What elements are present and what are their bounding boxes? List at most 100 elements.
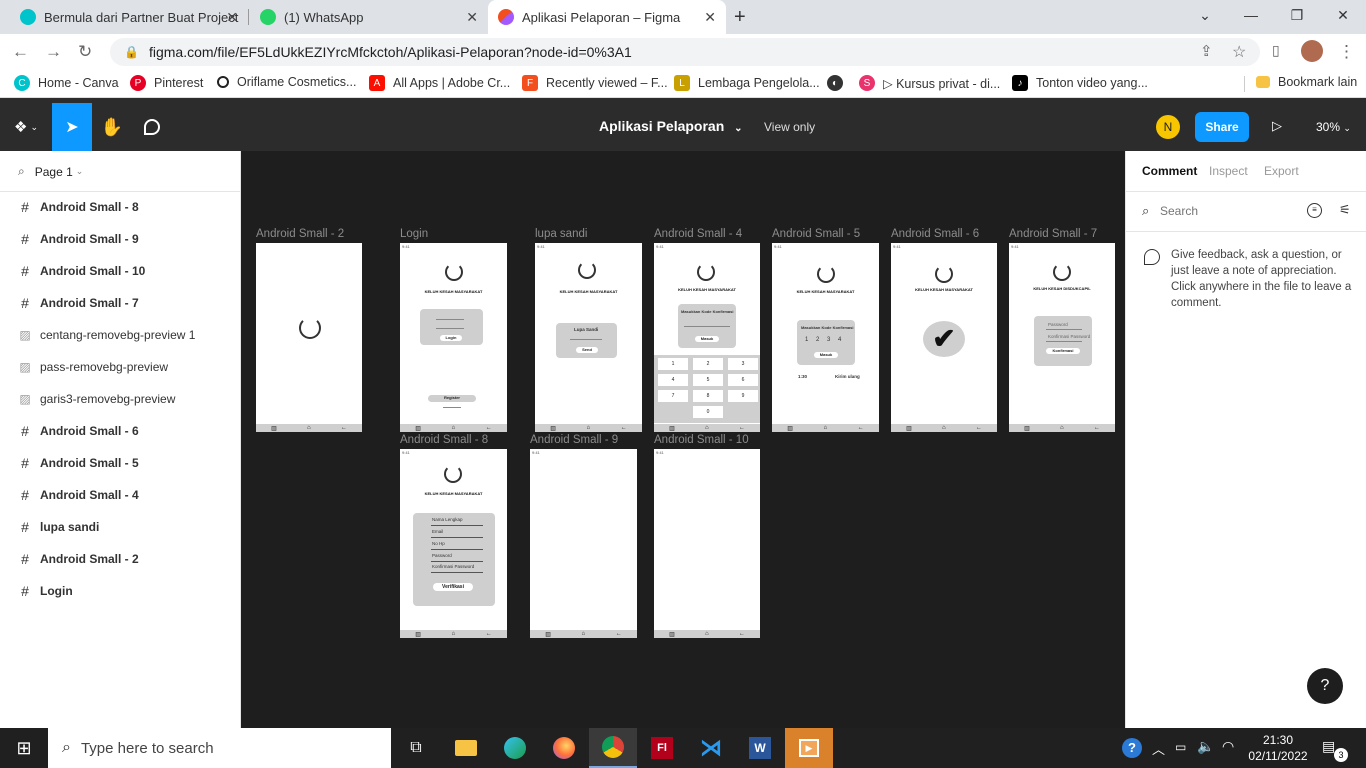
frame-label[interactable]: Android Small - 2	[256, 228, 344, 240]
file-name[interactable]: Aplikasi Pelaporan ⌄	[599, 118, 743, 134]
figma-menu-button[interactable]: ❖ ⌄	[6, 103, 46, 151]
tab-search-icon[interactable]: ⌄	[1182, 0, 1228, 30]
help-button[interactable]: ?	[1307, 668, 1343, 704]
zoom-dropdown[interactable]: 30% ⌄	[1316, 120, 1351, 134]
bookmark-item[interactable]: Oriflame Cosmetics...	[217, 75, 356, 89]
layer-item[interactable]: # lupa sandi	[0, 511, 240, 543]
frame-label[interactable]: lupa sandi	[535, 228, 587, 240]
help-icon[interactable]: ?	[1122, 738, 1142, 758]
frame-android-small-5[interactable]: 9:41 KELUH KESAH MASYARAKAT Masukkan Kod…	[772, 243, 879, 432]
menu-kebab-icon[interactable]: ⋮	[1338, 42, 1355, 62]
minimize-icon[interactable]: —	[1228, 0, 1274, 30]
bookmark-item[interactable]: ◐	[827, 75, 851, 91]
layer-item[interactable]: # Android Small - 5	[0, 447, 240, 479]
layer-item[interactable]: # Android Small - 8	[0, 191, 240, 223]
volume-icon[interactable]: 🔈	[1197, 738, 1214, 755]
restore-icon[interactable]: ❐	[1274, 0, 1320, 30]
vscode-icon[interactable]: ⋊	[687, 728, 735, 768]
layer-item[interactable]: # Android Small - 2	[0, 543, 240, 575]
new-tab-button[interactable]: +	[734, 0, 764, 34]
frame-label[interactable]: Android Small - 6	[891, 228, 979, 240]
close-icon[interactable]: ✕	[226, 9, 238, 26]
tab-export[interactable]: Export	[1264, 164, 1299, 178]
browser-tab-active[interactable]: Aplikasi Pelaporan – Figma ✕	[488, 0, 726, 34]
comment-search-input[interactable]	[1160, 201, 1290, 221]
layer-item[interactable]: # Android Small - 10	[0, 255, 240, 287]
frame-login[interactable]: 9:41 KELUH KESAH MASYARAKAT Login Regist…	[400, 243, 507, 432]
comment-tool-button[interactable]	[132, 103, 172, 151]
windows-start-icon[interactable]: ⊞	[0, 728, 48, 768]
frame-label[interactable]: Android Small - 7	[1009, 228, 1097, 240]
frame-android-small-6[interactable]: 9:41 KELUH KESAH MASYARAKAT ✔ ▥ ⌂ ←	[891, 243, 997, 432]
clock[interactable]: 21:30 02/11/2022	[1244, 732, 1312, 764]
frame-label[interactable]: Android Small - 10	[654, 434, 749, 446]
canva-icon	[20, 9, 36, 25]
flash-icon[interactable]: Fl	[638, 728, 686, 768]
share-button[interactable]: Share	[1195, 112, 1249, 142]
reload-icon[interactable]: ↻	[78, 42, 92, 62]
bookmark-item[interactable]: ♪ Tonton video yang...	[1012, 75, 1148, 91]
wifi-icon[interactable]: ◠	[1222, 738, 1234, 755]
frame-label[interactable]: Android Small - 9	[530, 434, 618, 446]
frame-android-small-7[interactable]: 9:41 KELUH KESAH DISDUKCAPIL Password Ko…	[1009, 243, 1115, 432]
browser-tab[interactable]: (1) WhatsApp ✕	[250, 0, 488, 34]
chrome-icon[interactable]	[589, 728, 637, 768]
frame-label[interactable]: Android Small - 5	[772, 228, 860, 240]
frame-android-small-4[interactable]: 9:41 KELUH KESAH MASYARAKAT Masukkan Kod…	[654, 243, 760, 432]
close-window-icon[interactable]: ✕	[1320, 0, 1366, 30]
forward-icon[interactable]: →	[45, 42, 62, 62]
hand-tool-button[interactable]: ✋	[92, 103, 132, 151]
close-icon[interactable]: ✕	[466, 9, 478, 26]
figma-canvas[interactable]: Android Small - 2 Login lupa sandi Andro…	[241, 151, 1125, 728]
layer-item[interactable]: # Login	[0, 575, 240, 607]
chevron-up-icon[interactable]: ︿	[1152, 739, 1165, 758]
search-icon[interactable]: ⌕	[18, 164, 25, 179]
battery-icon[interactable]: ▭	[1175, 740, 1186, 754]
taskbar-search-box[interactable]: ⌕ Type here to search	[48, 728, 391, 768]
tab-comment[interactable]: Comment	[1142, 164, 1197, 178]
frame-lupa-sandi[interactable]: 9:41 KELUH KESAH MASYARAKAT Lupa Sandi S…	[535, 243, 642, 432]
layer-item[interactable]: ▨ pass-removebg-preview	[0, 351, 240, 383]
close-icon[interactable]: ✕	[704, 9, 716, 26]
side-panel-icon[interactable]: ▯	[1272, 42, 1280, 59]
frame-android-small-9[interactable]: 9:41 ▥ ⌂ ←	[530, 449, 637, 638]
bookmark-item[interactable]: F Recently viewed – F...	[522, 75, 668, 91]
file-explorer-icon[interactable]	[442, 728, 490, 768]
frame-android-small-10[interactable]: 9:41 ▥ ⌂ ←	[654, 449, 760, 638]
media-player-icon[interactable]: ▶	[785, 728, 833, 768]
layer-item[interactable]: ▨ garis3-removebg-preview	[0, 383, 240, 415]
bookmark-star-icon[interactable]: ☆	[1232, 42, 1246, 62]
move-tool-button[interactable]: ➤	[52, 103, 92, 151]
frame-label[interactable]: Android Small - 4	[654, 228, 742, 240]
layer-item[interactable]: # Android Small - 4	[0, 479, 240, 511]
bookmark-item[interactable]: S ▷ Kursus privat - di...	[859, 75, 1000, 91]
word-icon[interactable]: W	[736, 728, 784, 768]
tab-inspect[interactable]: Inspect	[1209, 164, 1248, 178]
filter-icon[interactable]: ≡	[1307, 203, 1322, 218]
bookmark-item[interactable]: C Home - Canva	[14, 75, 119, 91]
layer-item[interactable]: ▨ centang-removebg-preview 1	[0, 319, 240, 351]
bookmark-other-folder[interactable]: Bookmark lain	[1256, 75, 1357, 89]
user-avatar[interactable]: N	[1156, 115, 1180, 139]
bookmark-item[interactable]: A All Apps | Adobe Cr...	[369, 75, 510, 91]
frame-label[interactable]: Login	[400, 228, 428, 240]
present-play-icon[interactable]: ▷	[1272, 118, 1282, 134]
profile-avatar[interactable]	[1301, 40, 1323, 62]
layer-item[interactable]: # Android Small - 9	[0, 223, 240, 255]
firefox-icon[interactable]	[540, 728, 588, 768]
edge-icon[interactable]	[491, 728, 539, 768]
task-view-icon[interactable]: ⧉	[392, 728, 440, 768]
back-icon[interactable]: ←	[12, 42, 29, 62]
url-bar[interactable]: 🔒 figma.com/file/EF5LdUkkEZIYrcMfckctoh/…	[110, 38, 1260, 66]
settings-sliders-icon[interactable]: ⚟	[1339, 202, 1351, 218]
page-selector[interactable]: ⌕ Page 1 ⌄	[18, 164, 83, 179]
frame-label[interactable]: Android Small - 8	[400, 434, 488, 446]
browser-tab[interactable]: Bermula dari Partner Buat Project ✕	[10, 0, 248, 34]
bookmark-item[interactable]: P Pinterest	[130, 75, 203, 91]
frame-android-small-2[interactable]: ▥ ⌂ ←	[256, 243, 362, 432]
frame-android-small-8[interactable]: 9:41 KELUH KESAH MASYARAKAT Nama Lengkap…	[400, 449, 507, 638]
share-page-icon[interactable]: ⇪	[1200, 42, 1213, 60]
layer-item[interactable]: # Android Small - 7	[0, 287, 240, 319]
bookmark-item[interactable]: L Lembaga Pengelola...	[674, 75, 820, 91]
layer-item[interactable]: # Android Small - 6	[0, 415, 240, 447]
